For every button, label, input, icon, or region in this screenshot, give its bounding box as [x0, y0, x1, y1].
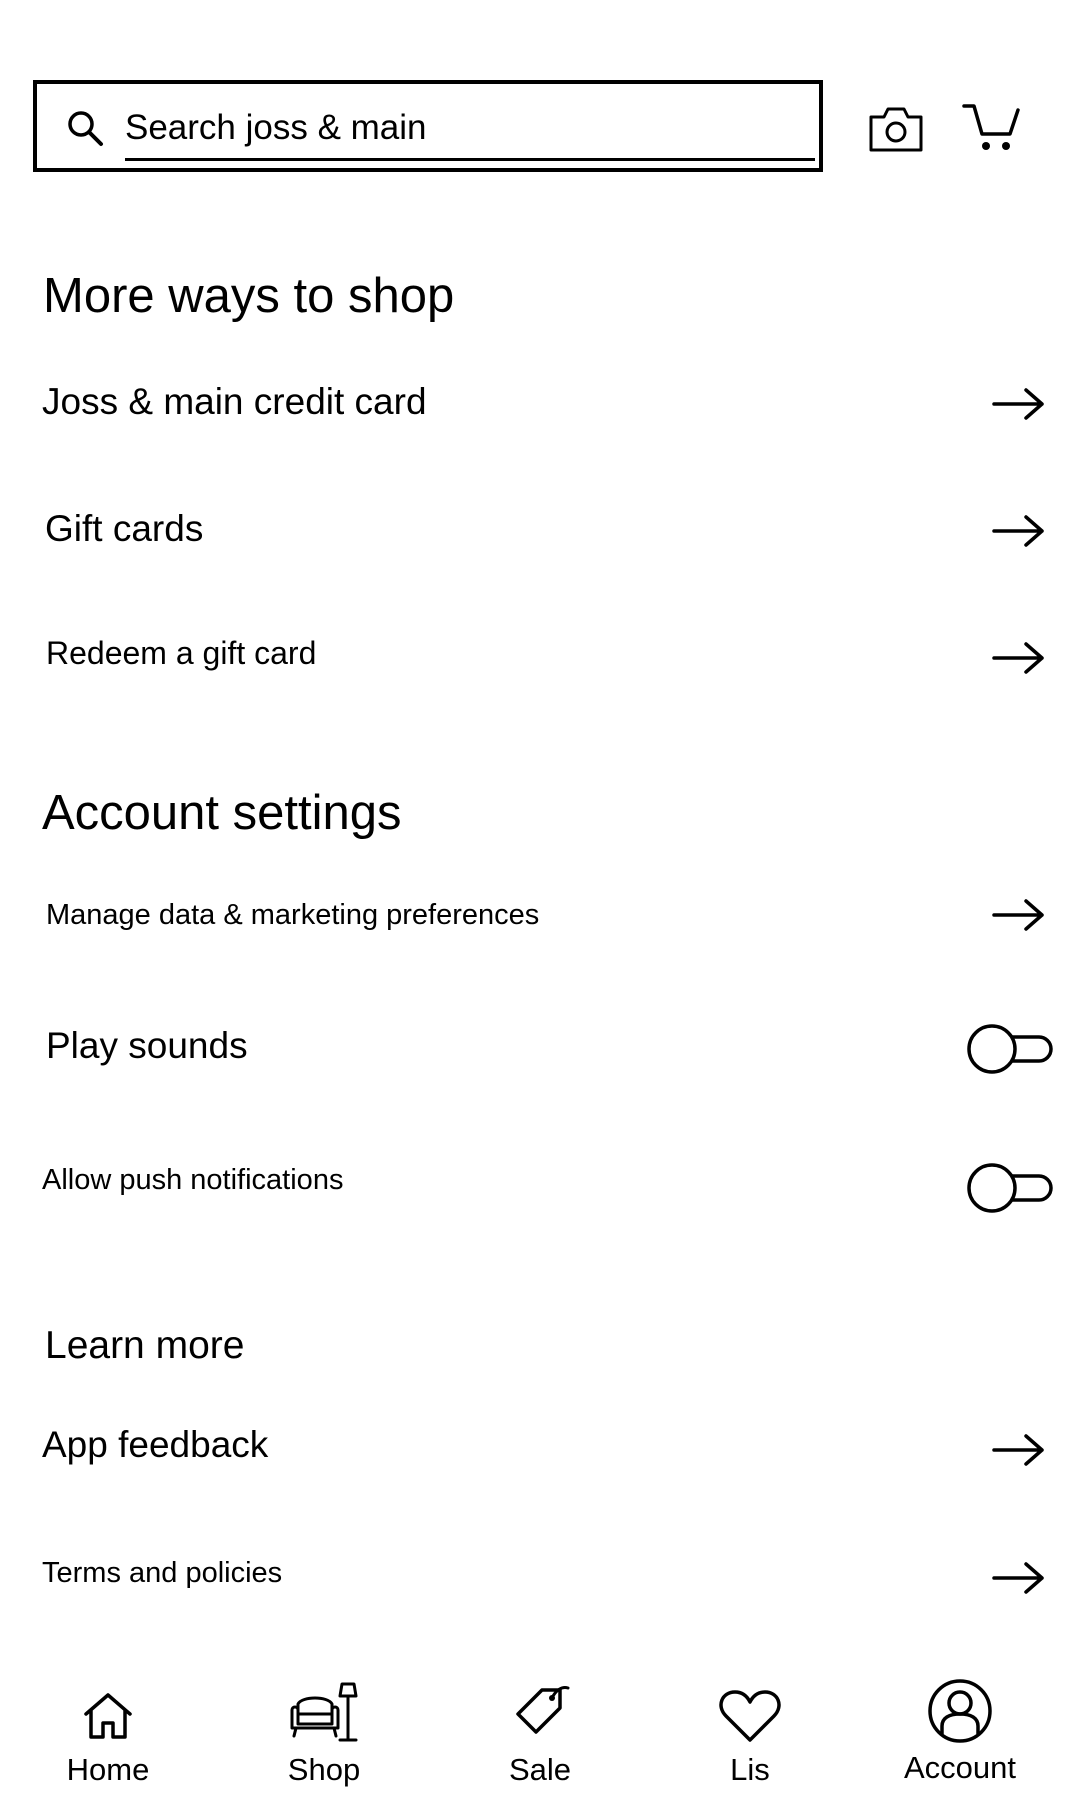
arrow-right-icon[interactable] — [992, 898, 1046, 932]
push-notifications-label: Allow push notifications — [42, 1164, 344, 1196]
section-title-more-ways: More ways to shop — [43, 269, 455, 323]
app-feedback-link[interactable]: App feedback — [42, 1423, 268, 1467]
nav-home-label: Home — [66, 1752, 150, 1787]
gift-cards-link[interactable]: Gift cards — [45, 507, 203, 551]
section-title-account-settings: Account settings — [42, 786, 402, 840]
camera-icon[interactable] — [868, 105, 924, 153]
search-icon — [68, 111, 103, 146]
nav-account[interactable]: Account — [880, 1658, 1040, 1800]
home-icon — [84, 1693, 132, 1739]
bottom-nav: Home Shop Sale Lis Account — [0, 1658, 1080, 1800]
nav-home[interactable]: Home — [28, 1658, 188, 1800]
arrow-right-icon[interactable] — [992, 1561, 1046, 1595]
manage-data-preferences-link[interactable]: Manage data & marketing preferences — [46, 898, 539, 932]
terms-policies-link[interactable]: Terms and policies — [42, 1556, 282, 1590]
arrow-right-icon[interactable] — [992, 1433, 1046, 1467]
credit-card-link[interactable]: Joss & main credit card — [42, 380, 427, 424]
search-input[interactable]: Search joss & main — [125, 108, 427, 148]
account-icon — [928, 1679, 992, 1743]
arrow-right-icon[interactable] — [992, 387, 1046, 421]
section-title-learn-more: Learn more — [45, 1324, 245, 1367]
redeem-gift-card-link[interactable]: Redeem a gift card — [46, 634, 316, 672]
push-notifications-toggle[interactable] — [965, 1160, 1055, 1216]
search-underline — [125, 158, 815, 161]
play-sounds-toggle[interactable] — [965, 1021, 1055, 1077]
cart-icon[interactable] — [962, 100, 1022, 156]
nav-lists-label: Lis — [730, 1752, 770, 1787]
search-bar[interactable]: Search joss & main — [33, 80, 823, 172]
nav-sale-label: Sale — [508, 1752, 572, 1787]
heart-icon — [719, 1690, 781, 1742]
nav-account-label: Account — [903, 1750, 1016, 1785]
nav-lists[interactable]: Lis — [670, 1658, 830, 1800]
tag-icon — [516, 1686, 570, 1734]
arrow-right-icon[interactable] — [992, 641, 1046, 675]
nav-shop[interactable]: Shop — [244, 1658, 404, 1800]
nav-sale[interactable]: Sale — [460, 1658, 620, 1800]
armchair-lamp-icon — [290, 1682, 358, 1742]
nav-shop-label: Shop — [287, 1752, 361, 1787]
play-sounds-label: Play sounds — [46, 1025, 248, 1066]
arrow-right-icon[interactable] — [992, 514, 1046, 548]
